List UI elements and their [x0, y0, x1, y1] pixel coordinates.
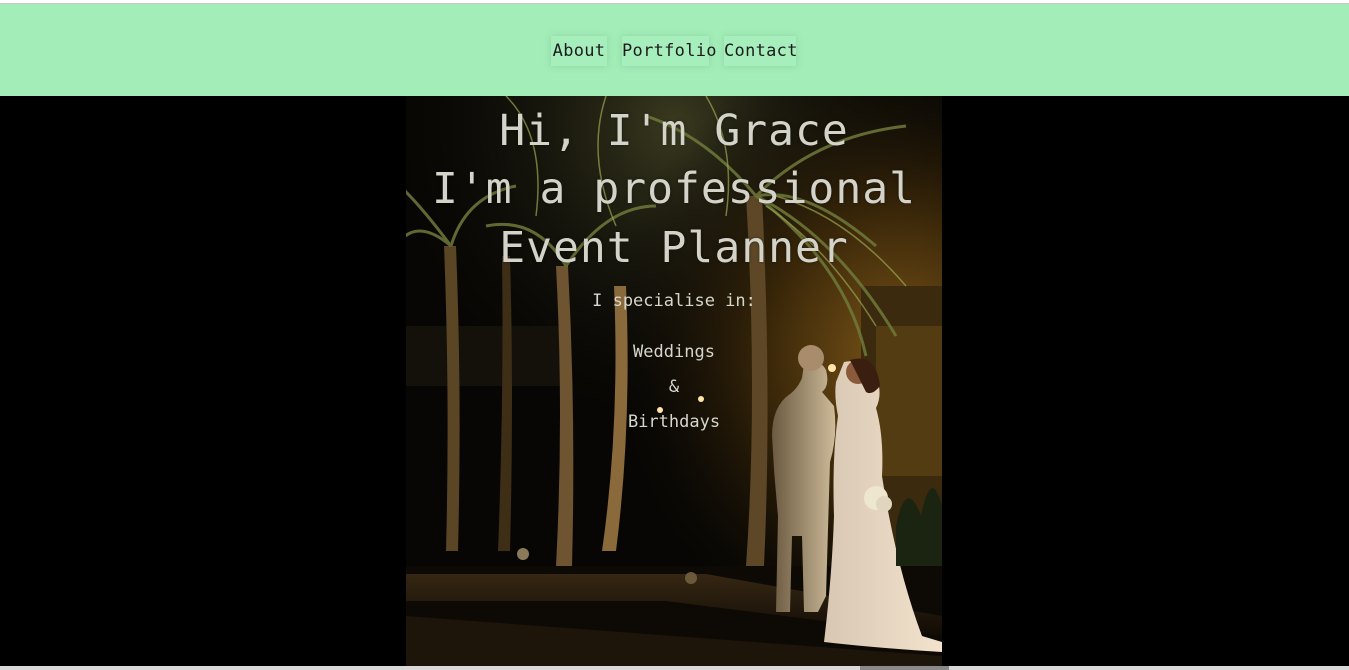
nav-link-about[interactable]: About [551, 36, 607, 66]
top-navigation-bar: About Portfolio Contact [0, 4, 1349, 96]
hero-section: Hi, I'm Grace I'm a professional Event P… [0, 96, 1349, 670]
specialty-weddings: Weddings [633, 342, 715, 362]
specialty-birthdays: Birthdays [627, 412, 721, 432]
horizontal-scrollbar-track[interactable] [0, 666, 1349, 670]
horizontal-scrollbar-thumb[interactable] [860, 666, 949, 670]
hero-heading-line-3: Event Planner [499, 223, 849, 273]
specialty-ampersand: & [668, 377, 680, 397]
nav-link-contact[interactable]: Contact [724, 36, 797, 66]
nav-link-portfolio[interactable]: Portfolio [622, 36, 717, 66]
hero-heading-line-1: Hi, I'm Grace [499, 106, 849, 156]
hero-heading-line-2: I'm a professional [432, 164, 916, 214]
specialise-label: I specialise in: [592, 291, 756, 311]
